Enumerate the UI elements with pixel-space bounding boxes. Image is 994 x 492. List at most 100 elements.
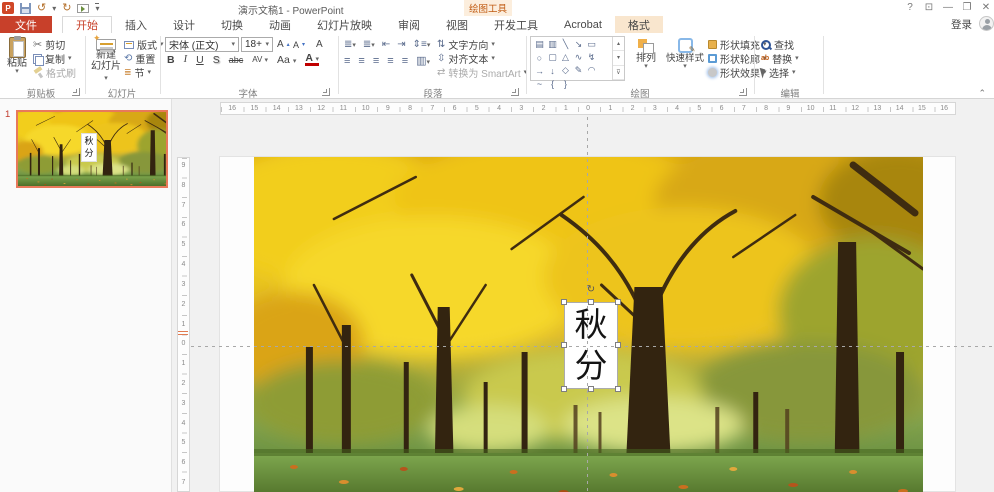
tab-home[interactable]: 开始 [62, 16, 112, 33]
numbering-button[interactable]: ≣▾ [363, 39, 375, 50]
change-case-button[interactable]: Aa ▾ [277, 54, 296, 66]
shape-effects-button[interactable]: 形状效果 ▾ [708, 66, 767, 80]
text-direction-button[interactable]: ⇅ 文字方向 ▾ [437, 38, 495, 52]
clipboard-dialog-launcher[interactable] [72, 88, 80, 96]
shape-icon[interactable]: ↓ [546, 64, 559, 77]
line-spacing-button[interactable]: ⇕≡▾ [413, 39, 431, 50]
restore-button[interactable]: ❐ [962, 2, 972, 13]
drawing-dialog-launcher[interactable] [739, 88, 747, 96]
copy-button[interactable]: 复制 ▾ [33, 52, 72, 66]
shape-icon[interactable]: ∿ [572, 51, 585, 64]
font-name-combobox[interactable]: 宋体 (正文) ▾ [165, 37, 239, 52]
convert-smartart-button[interactable]: ⇄ 转换为 SmartArt ▾ [437, 66, 527, 80]
distribute-button[interactable]: ≡ [402, 55, 408, 67]
decrease-font-button[interactable]: A ▾ [293, 38, 305, 51]
shape-icon[interactable]: { [546, 77, 559, 90]
account-avatar-icon[interactable] [979, 16, 994, 31]
font-size-combobox[interactable]: 18+ ▾ [241, 37, 273, 52]
select-button[interactable]: 选择 ▾ [759, 66, 796, 80]
font-color-button[interactable]: A ▾ [305, 52, 319, 66]
help-button[interactable]: ? [905, 2, 915, 13]
resize-handle-bottom-right[interactable] [615, 386, 621, 392]
tab-animations[interactable]: 动画 [256, 16, 304, 33]
shape-icon[interactable]: → [533, 64, 546, 77]
quick-styles-button[interactable]: 快速样式 ▾ [666, 35, 704, 83]
arrange-button[interactable]: 排列 ▾ [629, 35, 663, 83]
tab-format[interactable]: 格式 [614, 16, 663, 33]
character-spacing-button[interactable]: AV ▾ [252, 55, 268, 64]
bullets-button[interactable]: ≣▾ [344, 39, 356, 50]
rotation-handle[interactable]: ↻ [585, 284, 597, 296]
tab-review[interactable]: 审阅 [385, 16, 433, 33]
tab-view[interactable]: 视图 [433, 16, 481, 33]
align-text-button[interactable]: ⇳ 对齐文本 ▾ [437, 52, 495, 66]
shapes-scroll-up-icon[interactable]: ▴ [613, 37, 624, 52]
ribbon-display-options-button[interactable]: ⊡ [924, 2, 934, 13]
shape-icon[interactable]: ↯ [585, 51, 598, 64]
replace-button[interactable]: ab 替换 ▾ [761, 52, 799, 67]
sign-in-link[interactable]: 登录 [951, 17, 972, 32]
shape-icon[interactable]: ▥ [546, 38, 559, 51]
reset-button[interactable]: ⟲ 重置 [124, 52, 155, 66]
shape-icon[interactable]: ◇ [559, 64, 572, 77]
tab-transitions[interactable]: 切换 [208, 16, 256, 33]
tab-developer[interactable]: 开发工具 [481, 16, 551, 33]
increase-font-button[interactable]: A ▴ [277, 38, 290, 51]
horizontal-ruler[interactable]: 16 15 14 13 12 11 10 9 8 7 6 5 4 3 2 1 0 1 2 3 4 5 6 7 8 9 10 11 12 1… [220, 102, 956, 115]
columns-button[interactable]: ▥▾ [416, 54, 430, 67]
shape-icon[interactable]: ▢ [546, 51, 559, 64]
increase-indent-button[interactable]: ⇥ [397, 39, 405, 50]
paste-button[interactable]: 粘贴 ▾ [4, 35, 30, 83]
shape-fill-button[interactable]: 形状填充 ▾ [708, 38, 767, 52]
shape-icon[interactable]: ↘ [572, 38, 585, 51]
strikethrough-button[interactable]: abc [229, 55, 244, 65]
shape-icon[interactable]: ▤ [533, 38, 546, 51]
resize-handle-top-right[interactable] [615, 299, 621, 305]
text-shadow-button[interactable]: S [213, 54, 220, 66]
shape-icon[interactable]: ◠ [585, 64, 598, 77]
new-slide-button[interactable]: 新建 幻灯片 ▾ [90, 33, 122, 83]
undo-icon[interactable]: ↺ [37, 2, 46, 14]
customize-qat-icon[interactable]: ▾ [95, 3, 100, 13]
tab-slideshow[interactable]: 幻灯片放映 [304, 16, 385, 33]
italic-button[interactable]: I [184, 54, 188, 65]
shape-icon[interactable]: } [559, 77, 572, 90]
shapes-more-icon[interactable]: ⊽ [613, 66, 624, 80]
resize-handle-top-left[interactable] [561, 299, 567, 305]
tab-design[interactable]: 设计 [160, 16, 208, 33]
resize-handle-top-center[interactable] [588, 299, 594, 305]
tab-acrobat[interactable]: Acrobat [551, 16, 615, 33]
tab-insert[interactable]: 插入 [112, 16, 160, 33]
font-dialog-launcher[interactable] [322, 88, 330, 96]
vertical-ruler[interactable]: 9 8 7 6 5 4 3 2 1 0 1 2 3 4 5 6 7 [177, 157, 190, 492]
resize-handle-middle-right[interactable] [615, 342, 621, 348]
paragraph-dialog-launcher[interactable] [511, 88, 519, 96]
shape-icon[interactable]: ▭ [585, 38, 598, 51]
underline-button[interactable]: U [196, 54, 204, 66]
shape-icon[interactable]: ✎ [572, 64, 585, 77]
shape-icon[interactable]: ○ [533, 51, 546, 64]
shapes-gallery[interactable]: ▤ ▥ ╲ ↘ ▭ ○ ▢ △ ∿ ↯ → ↓ ◇ ✎ ◠ ~{} ▴ ▾ ⊽ [530, 36, 625, 89]
bold-button[interactable]: B [167, 54, 175, 66]
start-slideshow-icon[interactable] [77, 3, 90, 13]
decrease-indent-button[interactable]: ⇤ [382, 39, 390, 50]
layout-button[interactable]: 版式 ▾ [124, 38, 164, 52]
section-button[interactable]: ≣ 节 ▾ [124, 66, 151, 80]
shape-icon[interactable]: ╲ [559, 38, 572, 51]
format-painter-button[interactable]: 格式刷 [33, 66, 76, 80]
collapse-ribbon-icon[interactable]: ⌃ [978, 88, 986, 99]
slide-thumbnail[interactable]: 秋分 [16, 110, 168, 188]
align-left-button[interactable]: ≡ [344, 55, 350, 67]
shape-icon[interactable]: ~ [533, 77, 546, 90]
justify-button[interactable]: ≡ [387, 55, 393, 67]
shape-icon[interactable]: △ [559, 51, 572, 64]
resize-handle-middle-left[interactable] [561, 342, 567, 348]
cut-button[interactable]: ✂ 剪切 [33, 38, 65, 52]
close-button[interactable]: ✕ [981, 2, 991, 13]
shapes-scroll-down-icon[interactable]: ▾ [613, 51, 624, 66]
undo-dropdown-icon[interactable]: ▾ [52, 4, 56, 13]
shape-outline-button[interactable]: 形状轮廓 ▾ [708, 52, 767, 66]
tab-file[interactable]: 文件 [0, 16, 52, 33]
save-icon[interactable] [20, 2, 31, 14]
find-button[interactable]: 查找 [761, 38, 794, 52]
